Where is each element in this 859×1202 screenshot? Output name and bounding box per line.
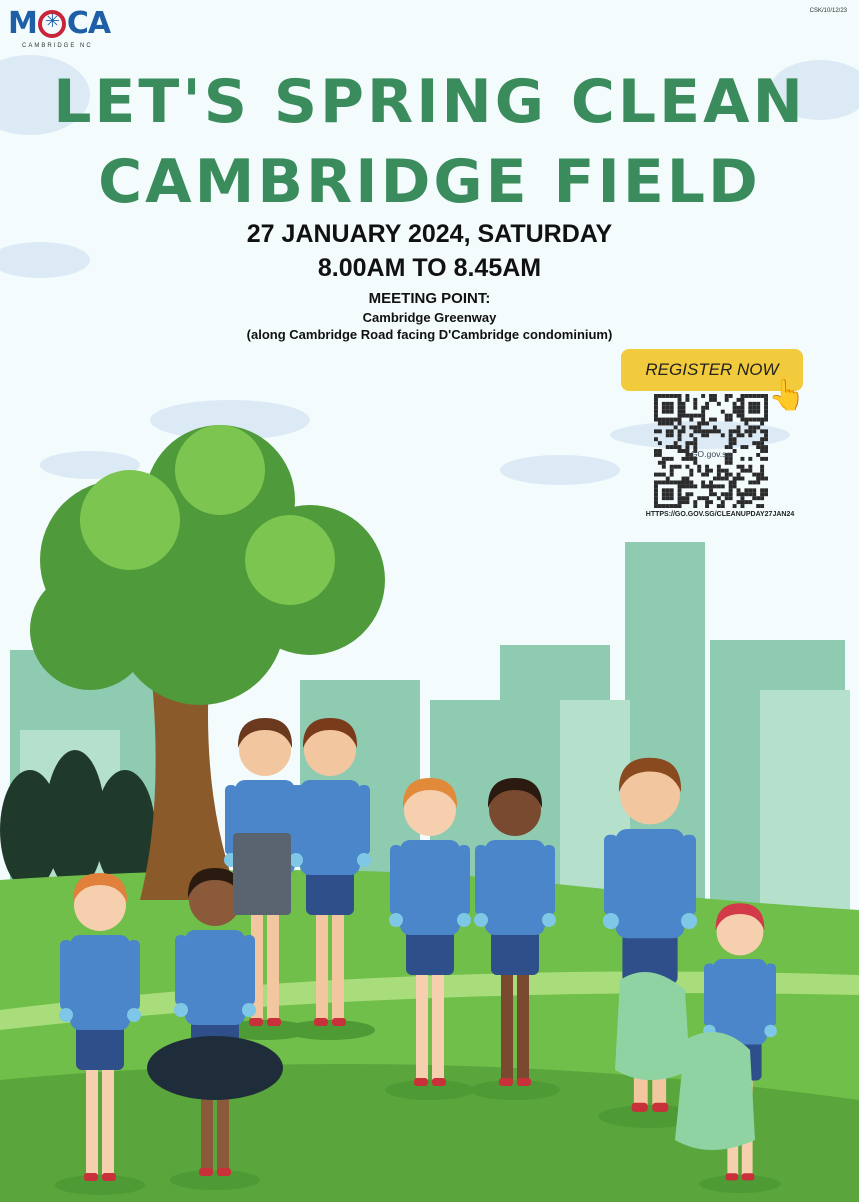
meeting-point-detail: (along Cambridge Road facing D'Cambridge… bbox=[246, 327, 613, 342]
registration-url[interactable]: HTTPS://GO.GOV.SG/CLEANUPDAY27JAN24 bbox=[620, 511, 820, 518]
moca-logo: MCA CAMBRIDGE NC bbox=[8, 6, 118, 62]
register-label: REGISTER NOW bbox=[645, 360, 779, 379]
event-time: 8.00AM TO 8.45AM bbox=[317, 254, 542, 282]
title-line-1: LET'S SPRING CLEAN bbox=[53, 67, 806, 137]
meeting-point-name: Cambridge Greenway bbox=[362, 310, 497, 325]
event-date: 27 JANUARY 2024, SATURDAY bbox=[246, 220, 613, 248]
pointing-hand-icon: 👆 bbox=[768, 379, 806, 412]
logo-subtext: CAMBRIDGE NC bbox=[22, 43, 93, 49]
qr-center-label: GO.gov.sg bbox=[691, 449, 732, 459]
document-code: CSK/10/12/23 bbox=[809, 8, 847, 14]
title-line-2: CAMBRIDGE FIELD bbox=[98, 147, 761, 217]
meeting-point-label: MEETING POINT: bbox=[368, 290, 491, 307]
qr-code-icon[interactable]: GO.gov.sg bbox=[654, 394, 768, 508]
